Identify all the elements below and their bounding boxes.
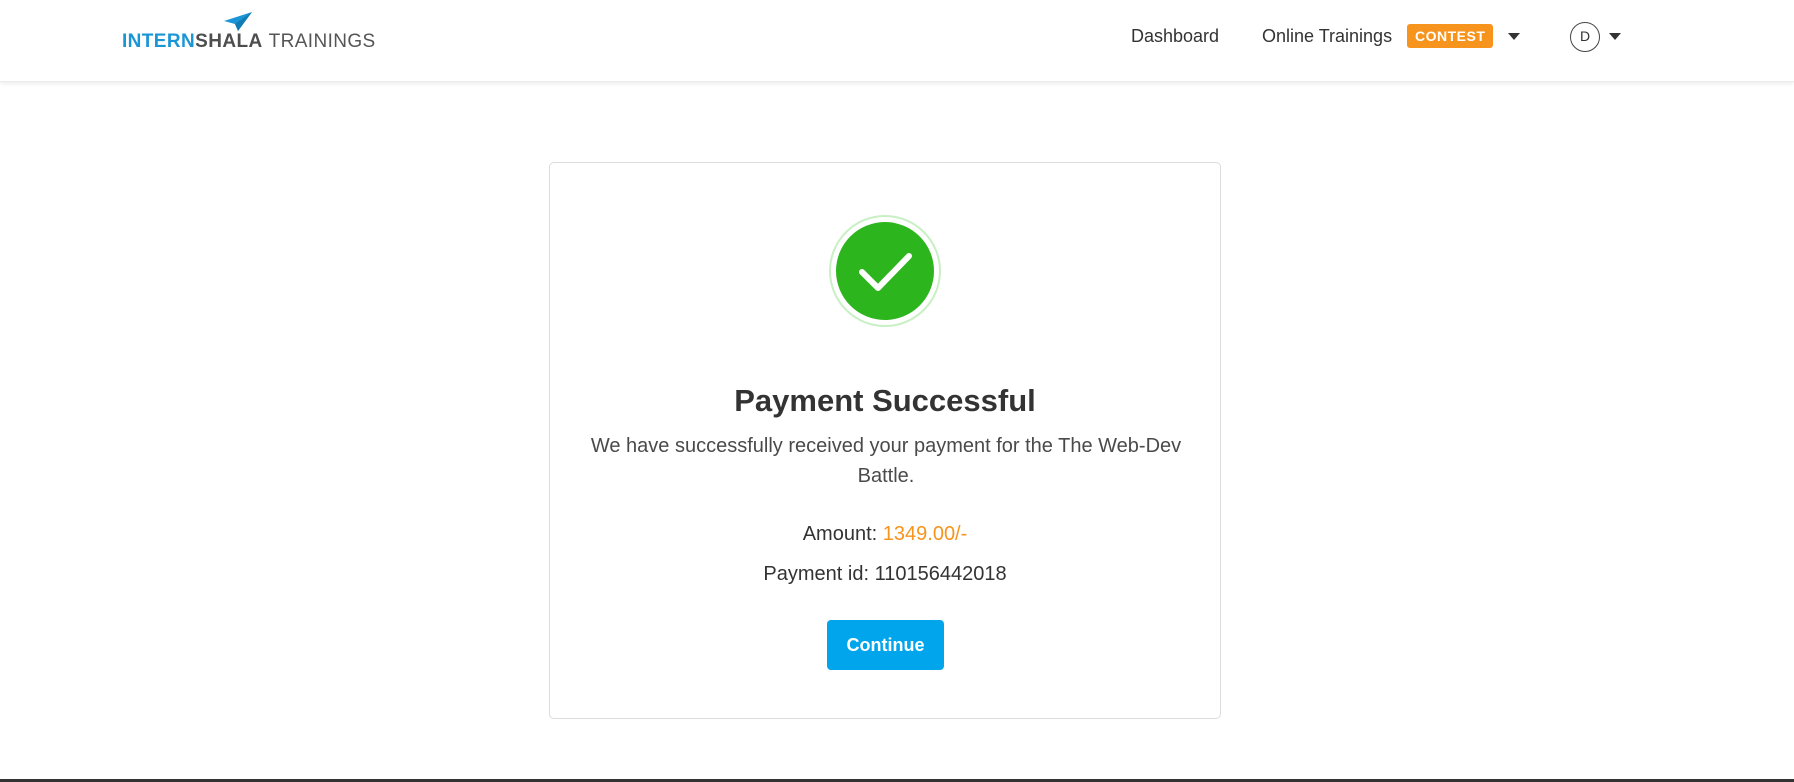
contest-badge: CONTEST [1407, 24, 1494, 48]
nav-online-trainings-link[interactable]: Online Trainings [1262, 24, 1392, 48]
payment-id-value: 110156442018 [874, 563, 1007, 585]
paper-plane-icon [224, 12, 252, 31]
logo-text: INTERNSHALA TRAININGS [122, 32, 376, 51]
payment-success-card: Payment Successful We have successfully … [549, 162, 1221, 719]
payment-id-label: Payment id: [763, 563, 875, 585]
logo-text-trainings: TRAININGS [268, 31, 376, 52]
logo-text-intern: INTERN [122, 31, 196, 52]
amount-label: Amount: [802, 523, 883, 545]
internshala-trainings-logo[interactable]: INTERNSHALA TRAININGS [122, 12, 375, 54]
chevron-down-icon[interactable] [1609, 33, 1621, 40]
top-header: INTERNSHALA TRAININGS Dashboard Online Tr… [0, 0, 1794, 82]
check-circle-icon [836, 222, 934, 320]
chevron-down-icon[interactable] [1508, 33, 1520, 40]
nav-dashboard-link[interactable]: Dashboard [1131, 24, 1219, 48]
payment-message: We have successfully received your payme… [590, 435, 1182, 487]
avatar[interactable]: D [1570, 22, 1600, 52]
logo-text-shala: SHALA [195, 31, 263, 52]
amount-value: 1349.00/- [882, 523, 968, 545]
amount-row: Amount: 1349.00/- [550, 520, 1220, 548]
page-title: Payment Successful [734, 383, 1036, 418]
continue-button[interactable]: Continue [827, 620, 944, 670]
payment-id-row: Payment id: 110156442018 [550, 560, 1220, 588]
